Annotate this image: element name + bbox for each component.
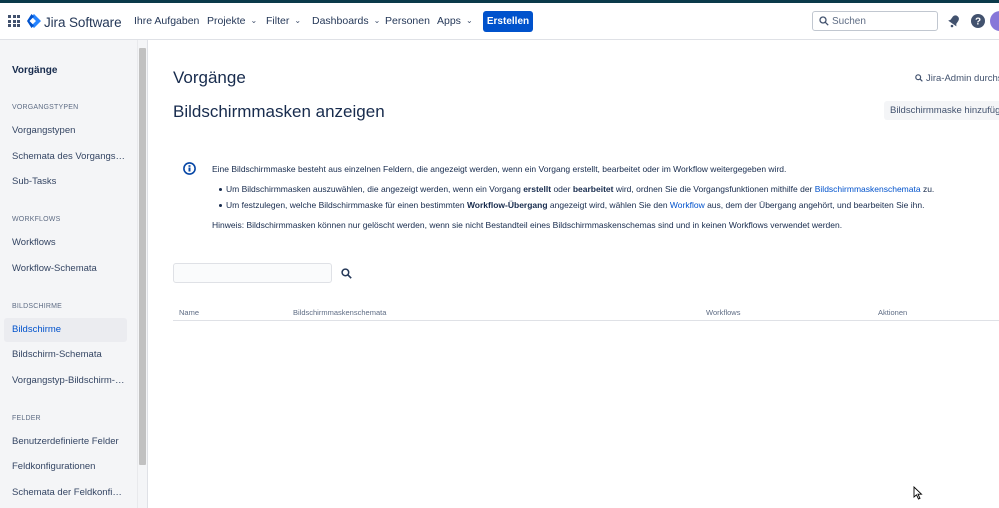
screen-filter-input[interactable]	[173, 263, 332, 283]
jira-logo-icon	[27, 14, 41, 28]
bullet-text: Um festzulegen, welche Bildschirmmaske f…	[226, 200, 467, 210]
page-subtitle: Bildschirmmasken anzeigen	[173, 102, 385, 121]
nav-apps[interactable]: Apps ⌄	[437, 15, 473, 27]
nav-label: Apps	[437, 15, 461, 27]
nav-personen[interactable]: Personen	[385, 15, 430, 27]
sidebar-item-benutzerdefinierte-felder[interactable]: Benutzerdefinierte Felder	[4, 430, 127, 454]
sidebar-item-bildschirm-schemata[interactable]: Bildschirm-Schemata	[4, 343, 127, 367]
nav-label: Personen	[385, 15, 430, 27]
screen-schemes-link[interactable]: Bildschirmmaskenschemata	[815, 184, 921, 194]
sidebar-section-heading: FELDER	[12, 415, 41, 422]
add-screen-button[interactable]: Bildschirmmaske hinzufügen	[884, 101, 999, 120]
column-header-workflows: Workflows	[706, 308, 741, 317]
admin-link-label: Jira-Admin durchsuchen	[926, 73, 999, 84]
search-icon[interactable]	[341, 268, 352, 279]
app-switcher-icon[interactable]	[8, 15, 20, 27]
column-header-actions: Aktionen	[878, 308, 908, 317]
info-bullet: Um Bildschirmmasken auszuwählen, die ang…	[218, 184, 935, 194]
bullet-text: aus, dem der Übergang angehört, und bear…	[704, 200, 925, 210]
sidebar-item-feldkonfigurationen[interactable]: Feldkonfigurationen	[4, 455, 127, 479]
bullet-bold: Workflow-Übergang	[466, 200, 548, 210]
page-title: Vorgänge	[173, 68, 246, 87]
sidebar-scrollbar[interactable]	[137, 40, 147, 508]
info-icon	[183, 162, 196, 175]
sidebar-item-workflow-schemata[interactable]: Workflow-Schemata	[4, 257, 127, 281]
column-header-name: Name	[179, 308, 200, 317]
svg-text:?: ?	[975, 17, 981, 28]
logo-text: Jira Software	[44, 14, 122, 30]
nav-projekte[interactable]: Projekte ⌄	[207, 15, 257, 27]
column-header-screen-schemes: Bildschirmmaskenschemata	[293, 308, 387, 317]
notifications-icon[interactable]	[946, 13, 962, 29]
jira-logo[interactable]: Jira Software	[27, 12, 122, 32]
nav-dashboards[interactable]: Dashboards ⌄	[312, 15, 380, 27]
bullet-text: Um Bildschirmmasken auszuwählen, die ang…	[226, 184, 524, 194]
avatar[interactable]	[990, 11, 999, 31]
nav-ihre-aufgaben[interactable]: Ihre Aufgaben	[134, 15, 199, 27]
sidebar-item-vorgangstypen[interactable]: Vorgangstypen	[4, 119, 127, 143]
nav-label: Projekte	[207, 15, 246, 27]
nav-label: Ihre Aufgaben	[134, 15, 200, 27]
workflow-link[interactable]: Workflow	[670, 200, 705, 210]
admin-search-link[interactable]: Jira-Admin durchsuchen	[915, 73, 999, 84]
sidebar-item-vorgangstyp-bildschirm-schemata[interactable]: Vorgangstyp-Bildschirm-Schemata	[4, 369, 127, 393]
scrollbar-thumb[interactable]	[139, 48, 146, 465]
bullet-text: angezeigt wird, wählen Sie den	[547, 200, 670, 210]
bullet-bold: bearbeitet	[572, 184, 614, 194]
info-description: Eine Bildschirmmaske besteht aus einzeln…	[212, 164, 787, 174]
table-header-divider	[173, 320, 999, 321]
info-bullet: Um festzulegen, welche Bildschirmmaske f…	[218, 200, 925, 210]
chevron-down-icon: ⌄	[294, 16, 302, 25]
bullet-text: zu.	[920, 184, 935, 194]
sidebar-divider	[147, 40, 148, 508]
sidebar-section-heading: WORKFLOWS	[12, 216, 61, 223]
bullet-bold: erstellt	[523, 184, 552, 194]
search-icon	[819, 16, 829, 26]
top-navigation-bar: Jira Software Ihre Aufgaben Projekte ⌄ Fi…	[0, 3, 999, 40]
bullet-text: wird, ordnen Sie die Vorgangsfunktionen …	[613, 184, 815, 194]
sidebar-section-heading: VORGANGSTYPEN	[12, 104, 79, 111]
chevron-down-icon: ⌄	[465, 16, 473, 25]
sidebar-section-heading: BILDSCHIRME	[12, 303, 63, 310]
nav-label: Filter	[266, 15, 290, 27]
help-icon[interactable]: ?	[970, 13, 986, 29]
mouse-cursor-icon	[913, 486, 923, 500]
nav-filter[interactable]: Filter ⌄	[266, 15, 301, 27]
create-button[interactable]: Erstellen	[483, 11, 533, 32]
sidebar-item-sub-tasks[interactable]: Sub-Tasks	[4, 170, 127, 194]
sidebar-item-workflows[interactable]: Workflows	[4, 231, 127, 255]
sidebar-item-bildschirme[interactable]: Bildschirme	[4, 318, 127, 342]
sidebar-title: Vorgänge	[12, 65, 58, 76]
chevron-down-icon: ⌄	[373, 16, 381, 25]
search-icon	[915, 74, 923, 83]
nav-label: Dashboards	[312, 15, 369, 27]
chevron-down-icon: ⌄	[250, 16, 258, 25]
info-hint: Hinweis: Bildschirmmasken können nur gel…	[212, 220, 843, 230]
search-input[interactable]	[832, 13, 932, 29]
sidebar-item-vorgangstyp-schemata[interactable]: Schemata des Vorgangstyps	[4, 145, 127, 169]
sidebar-item-feldkonfigurationsschemata[interactable]: Schemata der Feldkonfigurationen	[4, 481, 127, 505]
bullet-text: oder	[551, 184, 573, 194]
search-field[interactable]	[812, 11, 938, 31]
